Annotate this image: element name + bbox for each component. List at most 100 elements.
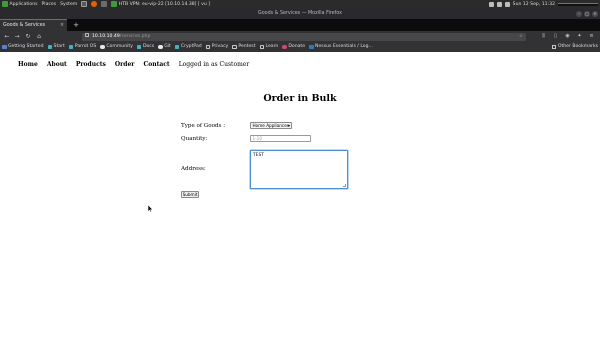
bookmark-folder-learn[interactable]: Learn xyxy=(259,42,278,52)
window-titlebar: Goods & Services — Mozilla Firefox – □ × xyxy=(0,9,600,19)
vpn-indicator[interactable]: HTB VPN: eu-vip-22 [10.10.14.38] [ vu ] xyxy=(111,0,210,9)
home-button[interactable]: ⌂ xyxy=(35,32,43,41)
terminal-icon xyxy=(81,0,88,7)
applications-label: Applications xyxy=(9,2,38,7)
forward-arrow-icon: → xyxy=(14,33,20,40)
bookmark-label: Docs xyxy=(142,44,155,49)
firefox-icon xyxy=(91,0,98,7)
minimize-icon[interactable]: – xyxy=(576,11,582,17)
bookmark-label: Parrot OS xyxy=(74,44,97,49)
new-tab-button[interactable]: + xyxy=(72,19,80,31)
other-bookmarks-label: Other Bookmarks xyxy=(557,44,598,49)
quantity-input[interactable]: 1-10 xyxy=(250,135,311,142)
tab-goods-services[interactable]: Goods & Services × xyxy=(0,19,67,31)
maximize-icon[interactable]: □ xyxy=(584,11,590,17)
account-button[interactable]: ◉ xyxy=(564,32,571,41)
parrot-icon xyxy=(174,44,180,50)
bookmark-label: CryptPad xyxy=(180,44,202,49)
os-top-panel: Applications Places System HTB VPN: eu-v… xyxy=(0,0,600,9)
login-status: Logged in as Customer xyxy=(178,61,250,68)
battery-icon[interactable] xyxy=(504,2,510,7)
bookmark-folder-pentest[interactable]: Pentest xyxy=(232,42,256,52)
resize-grip-icon[interactable] xyxy=(343,184,346,187)
submit-button[interactable]: Submit xyxy=(181,191,199,198)
page-content: Home About Products Order Contact Logged… xyxy=(0,52,600,337)
clock[interactable]: Sun 12 Sep, 11:32 xyxy=(513,0,555,9)
bookmark-label: Start xyxy=(53,44,65,49)
chevron-down-icon: ▾ xyxy=(287,123,290,128)
parrot-icon xyxy=(136,44,142,50)
firefox-launcher[interactable] xyxy=(91,0,98,9)
system-monitor xyxy=(558,3,598,6)
type-of-goods-label: Type of Goods : xyxy=(181,123,226,129)
site-info-icon[interactable] xyxy=(85,33,89,37)
hamburger-menu-icon: ≡ xyxy=(589,33,594,39)
back-arrow-icon: ← xyxy=(4,33,10,40)
parrot-icon xyxy=(47,44,53,50)
other-bookmarks[interactable]: Other Bookmarks xyxy=(551,42,598,52)
bookmark-nessus[interactable]: Nessus Essentials / Log... xyxy=(309,42,373,52)
bookmarks-toolbar: Getting Started Start Parrot OS Communit… xyxy=(0,42,600,52)
places-menu[interactable]: Places xyxy=(42,0,57,9)
address-textarea[interactable]: TEST xyxy=(250,150,348,189)
applications-icon xyxy=(2,0,8,7)
bookmark-start[interactable]: Start xyxy=(47,42,65,52)
github-icon xyxy=(100,44,105,50)
bookmark-label: Getting Started xyxy=(8,44,44,49)
back-button[interactable]: ← xyxy=(3,32,11,41)
type-of-goods-select[interactable]: Home Appliances ▾ xyxy=(250,122,292,129)
volume-icon[interactable] xyxy=(488,2,494,7)
kali-icon xyxy=(2,44,7,50)
terminal-launcher[interactable] xyxy=(81,0,88,9)
mail-icon xyxy=(101,0,108,7)
sidebar-button[interactable]: ▯ xyxy=(552,32,559,41)
reload-button[interactable]: ↻ xyxy=(24,32,32,41)
bookmark-parrot-os[interactable]: Parrot OS xyxy=(68,42,97,52)
folder-icon xyxy=(205,44,211,50)
address-value: TEST xyxy=(253,152,264,158)
bookmark-folder-privacy[interactable]: Privacy xyxy=(205,42,229,52)
window-title: Goods & Services — Mozilla Firefox xyxy=(258,11,342,16)
github-icon xyxy=(158,44,163,50)
parrot-icon xyxy=(68,44,74,50)
bookmark-label: Privacy xyxy=(211,44,229,49)
url-bar[interactable]: 10.10.10.49/services.php ☆ xyxy=(82,32,526,41)
bookmark-label: Pentest xyxy=(238,44,256,49)
url-path: /services.php xyxy=(119,33,151,39)
system-menu[interactable]: System xyxy=(60,0,77,9)
bookmark-label: Donate xyxy=(288,44,306,49)
library-button[interactable]: ⫼ xyxy=(540,32,547,41)
close-window-icon[interactable]: × xyxy=(592,11,598,17)
vpn-icon xyxy=(111,0,118,7)
heart-icon xyxy=(282,44,287,50)
nav-contact-link[interactable]: Contact xyxy=(143,61,169,68)
quantity-label: Quantity: xyxy=(181,136,208,142)
menu-button[interactable]: ≡ xyxy=(588,32,595,41)
bookmark-cryptpad[interactable]: CryptPad xyxy=(174,42,202,52)
folder-icon xyxy=(551,44,557,50)
nav-order-link[interactable]: Order xyxy=(115,61,135,68)
bookmark-star-icon[interactable]: ☆ xyxy=(519,33,523,41)
nessus-icon xyxy=(309,44,314,50)
folder-icon xyxy=(259,44,264,50)
applications-menu[interactable]: Applications xyxy=(2,0,38,9)
url-host: 10.10.10.49 xyxy=(92,33,120,39)
bookmark-getting-started[interactable]: Getting Started xyxy=(2,42,44,52)
nav-about-link[interactable]: About xyxy=(47,61,67,68)
folder-icon xyxy=(232,44,237,50)
network-icon[interactable] xyxy=(496,2,502,7)
nav-home-link[interactable]: Home xyxy=(18,61,38,68)
bookmark-community[interactable]: Community xyxy=(100,42,133,52)
bookmark-donate[interactable]: Donate xyxy=(282,42,305,52)
forward-button[interactable]: → xyxy=(13,32,21,41)
nav-products-link[interactable]: Products xyxy=(76,61,106,68)
tab-strip: Goods & Services × + xyxy=(0,19,600,31)
vpn-label: HTB VPN: eu-vip-22 [10.10.14.38] [ vu ] xyxy=(118,2,211,7)
mail-launcher[interactable] xyxy=(101,0,108,9)
page-title: Order in Bulk xyxy=(263,93,337,104)
type-of-goods-value: Home Appliances xyxy=(252,123,290,128)
bookmark-git[interactable]: Git xyxy=(158,42,171,52)
bookmark-docs[interactable]: Docs xyxy=(136,42,155,52)
extensions-button[interactable]: ✦ xyxy=(576,32,583,41)
account-icon: ◉ xyxy=(565,33,570,39)
